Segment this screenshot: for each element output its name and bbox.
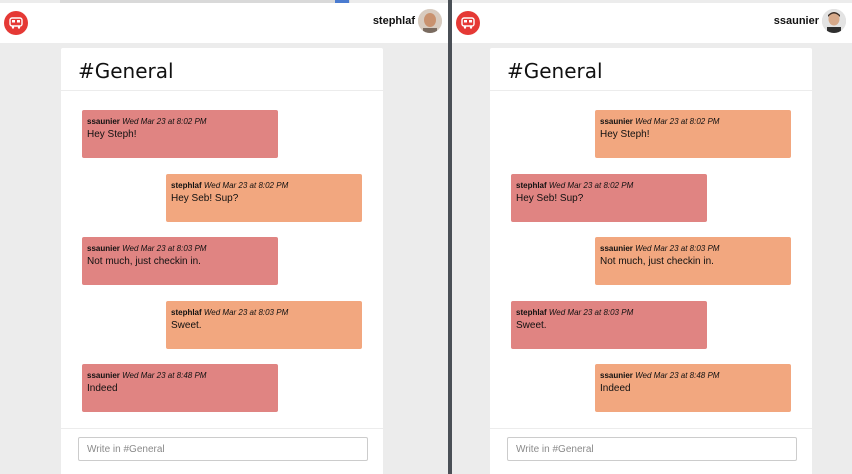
message-timestamp: Wed Mar 23 at 8:03 PM — [546, 307, 634, 317]
message-meta: ssaunier Wed Mar 23 at 8:03 PM — [87, 243, 273, 255]
message-list[interactable]: ssaunier Wed Mar 23 at 8:02 PM Hey Steph!… — [61, 92, 383, 426]
channel-card: #General ssaunier Wed Mar 23 at 8:02 PM H… — [61, 48, 383, 474]
user-avatar[interactable] — [418, 9, 442, 33]
message-meta: stephlaf Wed Mar 23 at 8:02 PM — [171, 180, 357, 192]
user-avatar[interactable] — [822, 9, 846, 33]
message-text: Indeed — [87, 383, 118, 394]
message-bubble: stephlaf Wed Mar 23 at 8:03 PM Sweet. — [511, 300, 707, 349]
composer-divider — [490, 428, 812, 429]
bus-icon — [461, 17, 475, 29]
message-author[interactable]: ssaunier — [87, 117, 120, 126]
composer-divider — [61, 428, 383, 429]
message-text: Sweet. — [171, 319, 202, 331]
message-bubble: ssaunier Wed Mar 23 at 8:03 PM Not much, … — [82, 237, 278, 285]
app-logo[interactable] — [456, 11, 480, 35]
message-meta: stephlaf Wed Mar 23 at 8:02 PM — [516, 180, 702, 192]
message-text: Sweet. — [516, 319, 547, 331]
message-timestamp: Wed Mar 23 at 8:03 PM — [201, 307, 289, 317]
title-divider — [490, 90, 812, 91]
channel-card: #General ssaunier Wed Mar 23 at 8:02 PM H… — [490, 48, 812, 474]
message-timestamp: Wed Mar 23 at 8:02 PM — [632, 117, 720, 126]
message-bubble: ssaunier Wed Mar 23 at 8:48 PM Indeed — [82, 364, 278, 412]
channel-title: #General — [507, 59, 603, 83]
message-author[interactable]: ssaunier — [600, 244, 633, 253]
message-bubble: stephlaf Wed Mar 23 at 8:02 PM Hey Seb! S… — [166, 173, 362, 222]
user-menu[interactable]: ssaunier — [774, 9, 846, 33]
message-input[interactable] — [507, 437, 797, 461]
message-text: Hey Steph! — [87, 129, 137, 140]
message-text: Not much, just checkin in. — [87, 256, 201, 267]
message-timestamp: Wed Mar 23 at 8:02 PM — [201, 180, 289, 190]
message-author[interactable]: stephlaf — [516, 181, 547, 190]
message-timestamp: Wed Mar 23 at 8:48 PM — [119, 371, 207, 380]
message-text: Hey Steph! — [600, 129, 650, 140]
channel-title: #General — [78, 59, 174, 83]
message-input[interactable] — [78, 437, 368, 461]
top-navbar: stephlaf — [0, 3, 448, 43]
message-meta: stephlaf Wed Mar 23 at 8:03 PM — [516, 307, 702, 319]
message-meta: stephlaf Wed Mar 23 at 8:03 PM — [171, 307, 357, 319]
message-meta: ssaunier Wed Mar 23 at 8:48 PM — [600, 370, 786, 382]
message-bubble: stephlaf Wed Mar 23 at 8:03 PM Sweet. — [166, 300, 362, 349]
message-bubble: ssaunier Wed Mar 23 at 8:02 PM Hey Steph! — [82, 110, 278, 158]
bus-icon — [9, 17, 23, 29]
message-meta: ssaunier Wed Mar 23 at 8:02 PM — [87, 116, 273, 128]
message-author[interactable]: ssaunier — [600, 117, 633, 126]
right-browser-pane: ssaunier #General ssaunier Wed Mar 23 at… — [452, 0, 852, 474]
message-author[interactable]: ssaunier — [87, 371, 120, 380]
current-username: ssaunier — [773, 15, 819, 27]
message-author[interactable]: stephlaf — [516, 308, 547, 317]
message-author[interactable]: ssaunier — [87, 244, 120, 253]
message-author[interactable]: ssaunier — [600, 371, 633, 380]
app-logo[interactable] — [4, 11, 28, 35]
message-timestamp: Wed Mar 23 at 8:03 PM — [119, 244, 207, 253]
message-timestamp: Wed Mar 23 at 8:03 PM — [632, 244, 720, 253]
message-list[interactable]: ssaunier Wed Mar 23 at 8:02 PM Hey Steph!… — [490, 92, 812, 426]
current-username: stephlaf — [372, 15, 415, 27]
message-bubble: stephlaf Wed Mar 23 at 8:02 PM Hey Seb! S… — [511, 173, 707, 222]
message-timestamp: Wed Mar 23 at 8:02 PM — [119, 117, 207, 126]
message-timestamp: Wed Mar 23 at 8:02 PM — [546, 180, 634, 190]
message-author[interactable]: stephlaf — [171, 181, 202, 190]
message-bubble: ssaunier Wed Mar 23 at 8:03 PM Not much, … — [595, 237, 791, 285]
message-timestamp: Wed Mar 23 at 8:48 PM — [632, 371, 720, 380]
message-text: Indeed — [600, 383, 631, 394]
top-navbar: ssaunier — [452, 3, 852, 43]
user-menu[interactable]: stephlaf — [373, 9, 442, 33]
message-text: Not much, just checkin in. — [600, 256, 714, 267]
message-meta: ssaunier Wed Mar 23 at 8:02 PM — [600, 116, 786, 128]
message-meta: ssaunier Wed Mar 23 at 8:03 PM — [600, 243, 786, 255]
message-bubble: ssaunier Wed Mar 23 at 8:02 PM Hey Steph! — [595, 110, 791, 158]
left-browser-pane: stephlaf #General ssaunier Wed Mar 23 at… — [0, 0, 448, 474]
title-divider — [61, 90, 383, 91]
message-meta: ssaunier Wed Mar 23 at 8:48 PM — [87, 370, 273, 382]
message-text: Hey Seb! Sup? — [171, 192, 239, 204]
message-bubble: ssaunier Wed Mar 23 at 8:48 PM Indeed — [595, 364, 791, 412]
message-author[interactable]: stephlaf — [171, 308, 202, 317]
message-text: Hey Seb! Sup? — [516, 192, 584, 204]
